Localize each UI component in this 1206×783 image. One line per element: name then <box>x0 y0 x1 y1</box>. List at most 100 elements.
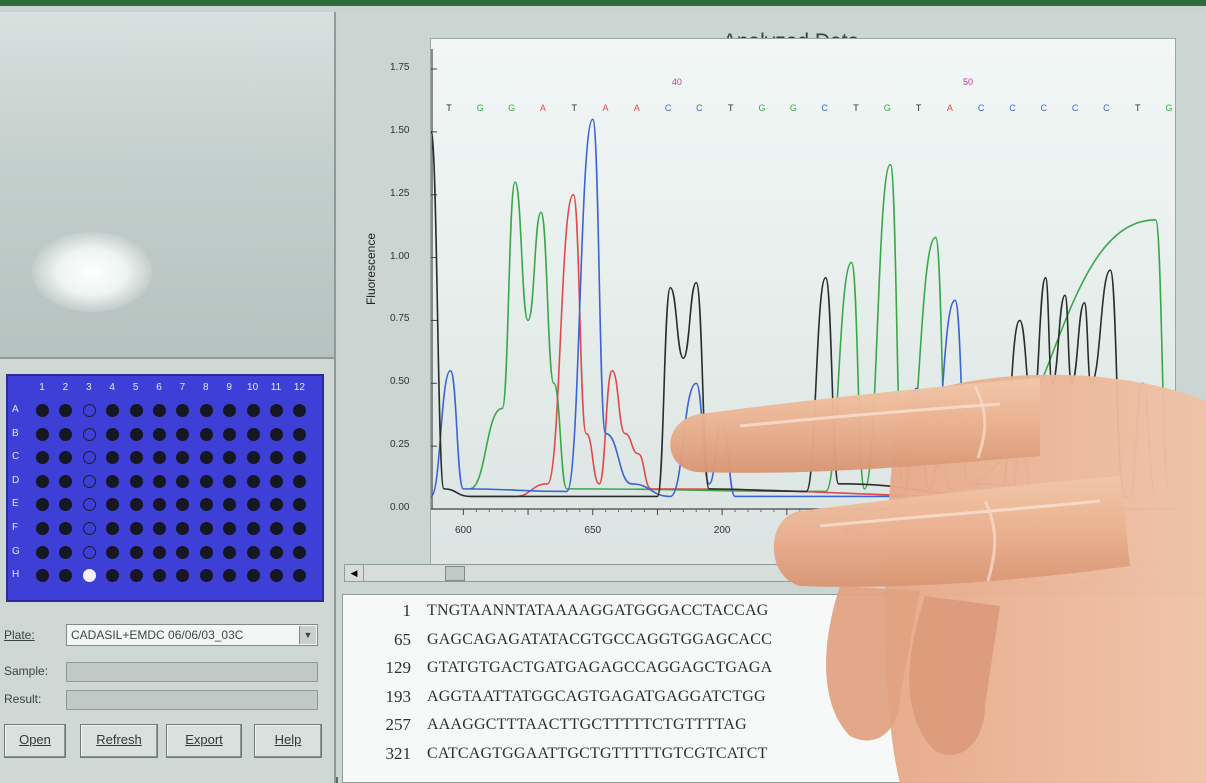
plate-well[interactable] <box>36 474 49 488</box>
plate-well[interactable] <box>129 569 143 583</box>
plate-well[interactable] <box>270 451 283 465</box>
plate-well[interactable] <box>223 545 237 559</box>
plate-well[interactable] <box>129 522 143 535</box>
plate-well[interactable] <box>59 569 73 583</box>
plate-well[interactable] <box>153 545 166 559</box>
plate-well[interactable] <box>106 404 120 417</box>
scroll-left-arrow-icon[interactable]: ◀ <box>345 565 364 581</box>
plate-well[interactable] <box>246 498 260 512</box>
plate-well[interactable] <box>59 451 73 465</box>
plate-well[interactable] <box>82 404 96 417</box>
plate-select[interactable]: CADASIL+EMDC 06/06/03_03C ▼ <box>66 624 318 646</box>
plate-well[interactable] <box>246 404 260 417</box>
plate-well[interactable] <box>293 451 307 465</box>
plate-well[interactable] <box>223 427 237 441</box>
plate-well[interactable] <box>270 498 283 512</box>
plate-well[interactable] <box>199 451 213 465</box>
plate-well[interactable] <box>223 522 237 535</box>
plate-well[interactable] <box>106 545 120 559</box>
plate-well[interactable] <box>293 569 307 583</box>
plate-well[interactable] <box>199 404 213 417</box>
plate-well[interactable] <box>293 498 307 512</box>
plate-well[interactable] <box>153 569 166 583</box>
plate-well[interactable] <box>223 474 237 488</box>
plate-well[interactable] <box>59 474 73 488</box>
plate-well[interactable] <box>270 522 283 535</box>
plate-map[interactable]: 1 2 3 4 5 6 7 8 9 10 11 12 A B C D E F G H <box>6 374 324 602</box>
plate-well[interactable] <box>82 569 96 583</box>
plate-well[interactable] <box>106 522 120 535</box>
sequence-line-text[interactable]: CATCAGTGGAATTGCTGTTTTTGTCGTCATCT <box>427 745 768 763</box>
plate-well[interactable] <box>199 474 213 488</box>
plate-well[interactable] <box>36 569 49 583</box>
sequence-line-text[interactable]: TNGTAANNTATAAAAGGATGGGACCTACCAG <box>427 602 769 620</box>
plate-well[interactable] <box>106 451 120 465</box>
plate-well[interactable] <box>176 569 190 583</box>
plate-well[interactable] <box>153 498 166 512</box>
sequence-line-text[interactable]: GAGCAGAGATATACGTGCCAGGTGGAGCACC <box>427 631 772 649</box>
plate-well[interactable] <box>82 522 96 535</box>
plate-well[interactable] <box>293 427 307 441</box>
plate-well[interactable] <box>36 404 49 417</box>
plate-well[interactable] <box>36 498 49 512</box>
plate-well[interactable] <box>106 498 120 512</box>
plate-well[interactable] <box>176 522 190 535</box>
plate-well[interactable] <box>129 451 143 465</box>
plate-well[interactable] <box>176 427 190 441</box>
plate-well[interactable] <box>176 498 190 512</box>
plate-well[interactable] <box>36 451 49 465</box>
plate-well[interactable] <box>59 545 73 559</box>
help-button[interactable]: Help <box>254 724 322 758</box>
plate-well[interactable] <box>199 569 213 583</box>
plate-well[interactable] <box>293 545 307 559</box>
plate-well[interactable] <box>270 404 283 417</box>
plate-well[interactable] <box>223 569 237 583</box>
plate-well[interactable] <box>82 474 96 488</box>
sequence-line-text[interactable]: AAAGGCTTTAACTTGCTTTTTCTGTTTTAG <box>427 716 747 734</box>
plate-well[interactable] <box>82 498 96 512</box>
plate-well[interactable] <box>59 427 73 441</box>
plate-well[interactable] <box>293 474 307 488</box>
plate-well[interactable] <box>106 474 120 488</box>
plate-well[interactable] <box>199 427 213 441</box>
plate-well[interactable] <box>59 404 73 417</box>
plate-well[interactable] <box>176 451 190 465</box>
plate-well[interactable] <box>153 474 166 488</box>
plate-well[interactable] <box>129 474 143 488</box>
plate-well[interactable] <box>246 451 260 465</box>
plate-well[interactable] <box>176 404 190 417</box>
export-button[interactable]: Export <box>166 724 242 758</box>
horizontal-scrollbar[interactable]: ◀ <box>344 564 1174 582</box>
scrollbar-thumb[interactable] <box>445 566 465 581</box>
plate-well[interactable] <box>129 404 143 417</box>
plate-well[interactable] <box>82 545 96 559</box>
plate-well[interactable] <box>246 427 260 441</box>
sequence-line-text[interactable]: AGGTAATTATGGCAGTGAGATGAGGATCTGG <box>427 688 766 706</box>
plate-well[interactable] <box>153 451 166 465</box>
plate-well[interactable] <box>176 545 190 559</box>
plate-well[interactable] <box>246 545 260 559</box>
plate-well[interactable] <box>106 569 120 583</box>
plate-well[interactable] <box>153 404 166 417</box>
plate-well[interactable] <box>270 545 283 559</box>
plate-well[interactable] <box>199 498 213 512</box>
plate-well[interactable] <box>153 427 166 441</box>
plate-well[interactable] <box>246 569 260 583</box>
plate-well[interactable] <box>106 427 120 441</box>
plate-well[interactable] <box>59 522 73 535</box>
plate-well[interactable] <box>246 474 260 488</box>
plate-well[interactable] <box>36 427 49 441</box>
open-button[interactable]: Open <box>4 724 66 758</box>
plate-well[interactable] <box>270 569 283 583</box>
plate-well[interactable] <box>293 522 307 535</box>
plate-well[interactable] <box>36 545 49 559</box>
plate-well[interactable] <box>82 427 96 441</box>
plate-well[interactable] <box>129 545 143 559</box>
sequence-line-text[interactable]: GTATGTGACTGATGAGAGCCAGGAGCTGAGA <box>427 659 772 677</box>
plate-well[interactable] <box>129 427 143 441</box>
plate-well[interactable] <box>223 404 237 417</box>
plate-well[interactable] <box>270 427 283 441</box>
plate-well[interactable] <box>223 451 237 465</box>
plate-well[interactable] <box>199 545 213 559</box>
plate-well[interactable] <box>270 474 283 488</box>
